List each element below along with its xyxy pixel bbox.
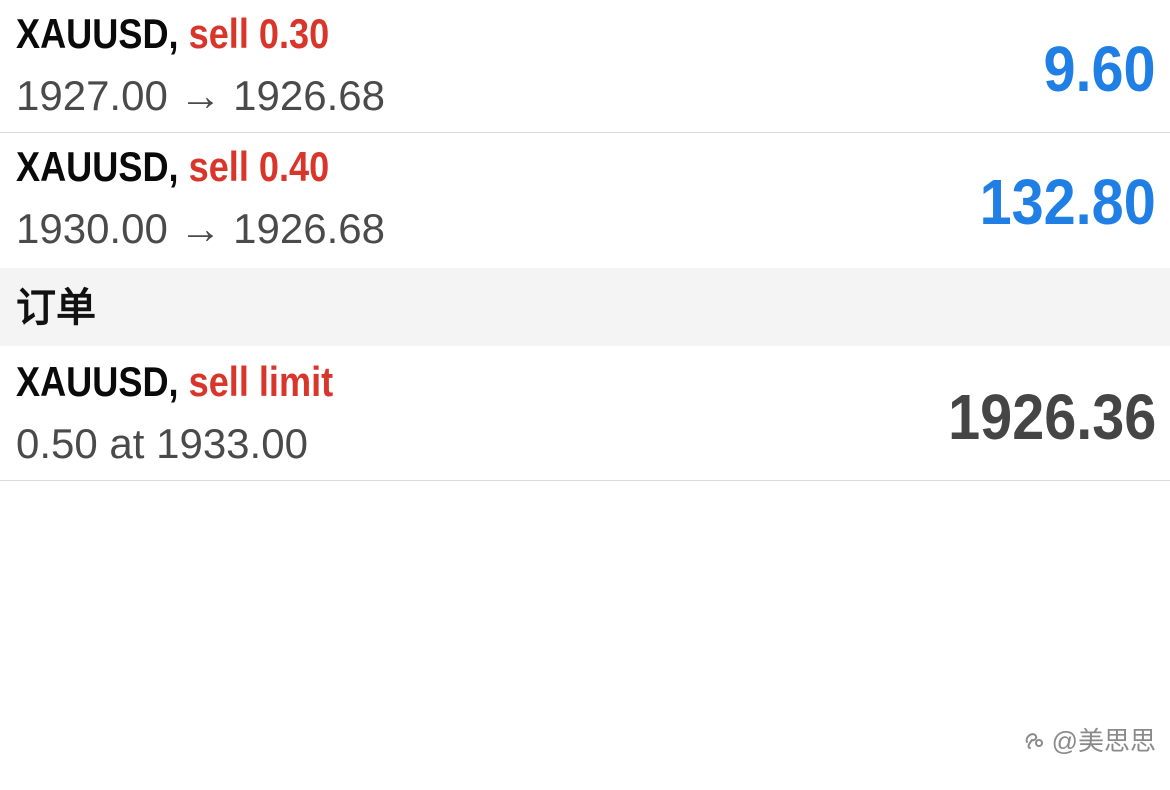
position-title: XAUUSD, sell 0.30 — [16, 10, 329, 58]
symbol-label: XAUUSD — [16, 358, 169, 405]
trade-side-label: sell limit — [188, 358, 334, 405]
orders-section-header: 订单 — [0, 268, 1170, 346]
position-title: XAUUSD, sell 0.40 — [16, 143, 329, 191]
weibo-style-logo-icon — [1022, 728, 1046, 752]
watermark: @美思思 — [1022, 721, 1156, 758]
separator: , — [168, 143, 179, 190]
watermark-text: @美思思 — [1051, 726, 1156, 756]
profit-value: 132.80 — [979, 166, 1156, 238]
profit-value: 9.60 — [1043, 33, 1156, 105]
arrow-icon: → — [179, 205, 222, 252]
trade-side-label: sell 0.40 — [188, 143, 330, 190]
position-row[interactable]: XAUUSD, sell 0.30 1927.00 → 1926.68 9.60 — [0, 0, 1170, 133]
trade-side-label: sell 0.30 — [188, 10, 330, 57]
arrow-icon: → — [179, 72, 222, 119]
price-change: 1930.00 → 1926.68 — [16, 205, 385, 253]
order-details: 0.50 at 1933.00 — [16, 420, 308, 467]
position-row[interactable]: XAUUSD, sell 0.40 1930.00 → 1926.68 132.… — [0, 133, 1170, 268]
price-change: 1927.00 → 1926.68 — [16, 72, 385, 120]
order-title: XAUUSD, sell limit — [16, 358, 333, 406]
open-price: 1927.00 — [16, 72, 168, 119]
section-title: 订单 — [16, 286, 96, 330]
current-price-value: 1926.36 — [947, 381, 1156, 453]
separator: , — [168, 10, 179, 57]
order-row[interactable]: XAUUSD, sell limit 0.50 at 1933.00 1926.… — [0, 346, 1170, 481]
symbol-label: XAUUSD — [16, 10, 169, 57]
current-price: 1926.68 — [233, 72, 385, 119]
separator: , — [168, 358, 179, 405]
open-price: 1930.00 — [16, 205, 168, 252]
current-price: 1926.68 — [233, 205, 385, 252]
symbol-label: XAUUSD — [16, 143, 169, 190]
